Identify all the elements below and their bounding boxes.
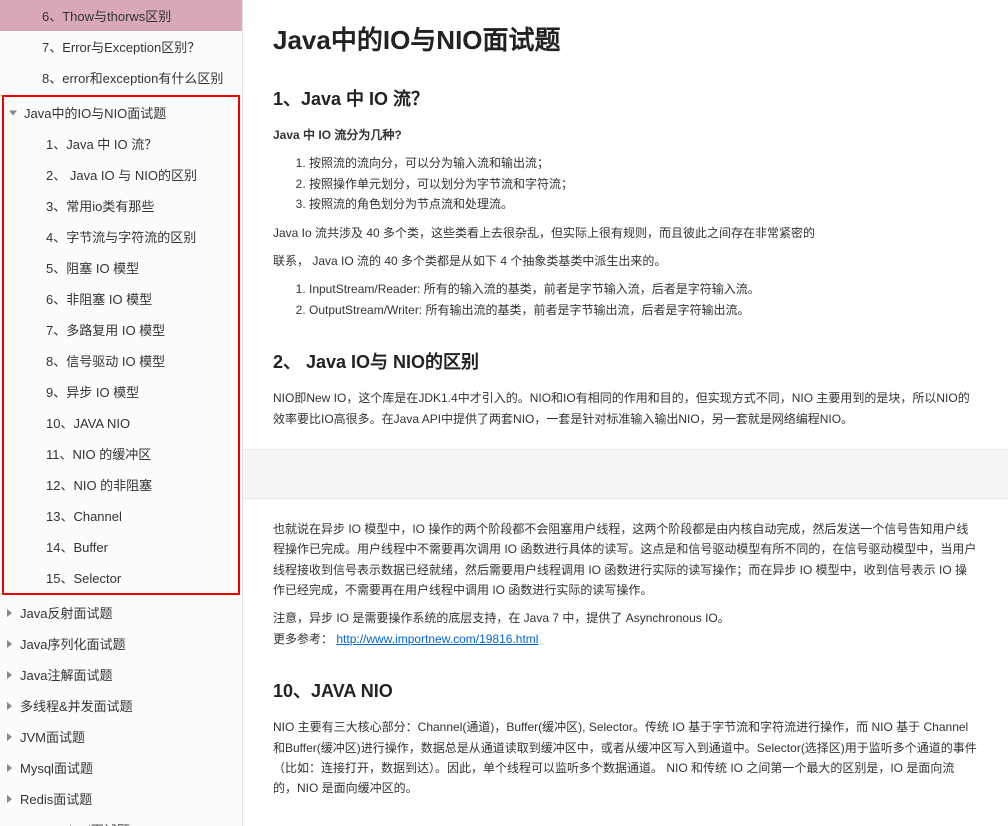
- nav-item[interactable]: 4、字节流与字符流的区别: [4, 221, 238, 252]
- nav-item[interactable]: 5、阻塞 IO 模型: [4, 252, 238, 283]
- nav-section[interactable]: Redis面试题: [0, 783, 242, 814]
- nav-item[interactable]: 15、Selector: [4, 562, 238, 593]
- nav-item[interactable]: 13、Channel: [4, 500, 238, 531]
- list-item: InputStream/Reader: 所有的输入流的基类，前者是字节输入流，后…: [309, 279, 978, 299]
- paragraph: 联系， Java IO 流的 40 多个类都是从如下 4 个抽象类基类中派生出来…: [273, 251, 978, 271]
- nav-section[interactable]: Java反射面试题: [0, 597, 242, 628]
- nav-item[interactable]: 3、常用io类有那些: [4, 190, 238, 221]
- nav-item[interactable]: 7、多路复用 IO 模型: [4, 314, 238, 345]
- section-heading: 2、 Java IO与 NIO的区别: [273, 348, 978, 374]
- nav-item[interactable]: 7、Error与Exception区别？: [0, 31, 242, 62]
- nav-item[interactable]: 1、Java 中 IO 流？: [4, 128, 238, 159]
- sidebar: 6、Thow与thorws区别 7、Error与Exception区别？ 8、e…: [0, 0, 243, 826]
- section-heading: 1、Java 中 IO 流？: [273, 85, 978, 111]
- list-item: 按照流的流向分，可以分为输入流和输出流；: [309, 153, 978, 173]
- nav-item[interactable]: 14、Buffer: [4, 531, 238, 562]
- highlighted-section-box: Java中的IO与NIO面试题 1、Java 中 IO 流？ 2、 Java I…: [2, 95, 240, 595]
- list-item: 按照操作单元划分，可以划分为字节流和字符流；: [309, 174, 978, 194]
- nav-item[interactable]: 2、 Java IO 与 NIO的区别: [4, 159, 238, 190]
- page-title: Java中的IO与NIO面试题: [273, 20, 978, 57]
- list-item: OutputStream/Writer: 所有输出流的基类，前者是字节输出流，后…: [309, 300, 978, 320]
- paragraph: NIO即New IO，这个库是在JDK1.4中才引入的。NIO和IO有相同的作用…: [273, 388, 978, 429]
- nav-section-io-nio[interactable]: Java中的IO与NIO面试题: [4, 97, 238, 128]
- nav-item[interactable]: 10、JAVA NIO: [4, 407, 238, 438]
- paragraph: 也就说在异步 IO 模型中，IO 操作的两个阶段都不会阻塞用户线程，这两个阶段都…: [273, 519, 978, 601]
- nav-item[interactable]: 8、error和exception有什么区别: [0, 62, 242, 93]
- nav-section[interactable]: JVM面试题: [0, 721, 242, 752]
- reference-link[interactable]: http://www.importnew.com/19816.html: [336, 632, 538, 646]
- nav-section[interactable]: Java注解面试题: [0, 659, 242, 690]
- nav-section[interactable]: Memcached面试题: [0, 814, 242, 826]
- nav-item[interactable]: 12、NIO 的非阻塞: [4, 469, 238, 500]
- section-heading: 10、JAVA NIO: [273, 677, 978, 703]
- nav-section[interactable]: 多线程&并发面试题: [0, 690, 242, 721]
- question-text: Java 中 IO 流分为几种?: [273, 125, 978, 145]
- section-gap: [243, 449, 1008, 499]
- nav-item[interactable]: 11、NIO 的缓冲区: [4, 438, 238, 469]
- nav-item[interactable]: 6、非阻塞 IO 模型: [4, 283, 238, 314]
- paragraph: NIO 主要有三大核心部分：Channel(通道)，Buffer(缓冲区), S…: [273, 717, 978, 799]
- nav-item[interactable]: 6、Thow与thorws区别: [0, 0, 242, 31]
- ordered-list: InputStream/Reader: 所有的输入流的基类，前者是字节输入流，后…: [273, 279, 978, 320]
- nav-section[interactable]: Java序列化面试题: [0, 628, 242, 659]
- paragraph: Java Io 流共涉及 40 多个类，这些类看上去很杂乱，但实际上很有规则，而…: [273, 223, 978, 243]
- list-item: 按照流的角色划分为节点流和处理流。: [309, 194, 978, 214]
- paragraph: 注意，异步 IO 是需要操作系统的底层支持，在 Java 7 中，提供了 Asy…: [273, 608, 978, 649]
- nav-item[interactable]: 9、异步 IO 模型: [4, 376, 238, 407]
- content-area: Java中的IO与NIO面试题 1、Java 中 IO 流？ Java 中 IO…: [243, 0, 1008, 826]
- nav-section[interactable]: Mysql面试题: [0, 752, 242, 783]
- ordered-list: 按照流的流向分，可以分为输入流和输出流； 按照操作单元划分，可以划分为字节流和字…: [273, 153, 978, 214]
- nav-item[interactable]: 8、信号驱动 IO 模型: [4, 345, 238, 376]
